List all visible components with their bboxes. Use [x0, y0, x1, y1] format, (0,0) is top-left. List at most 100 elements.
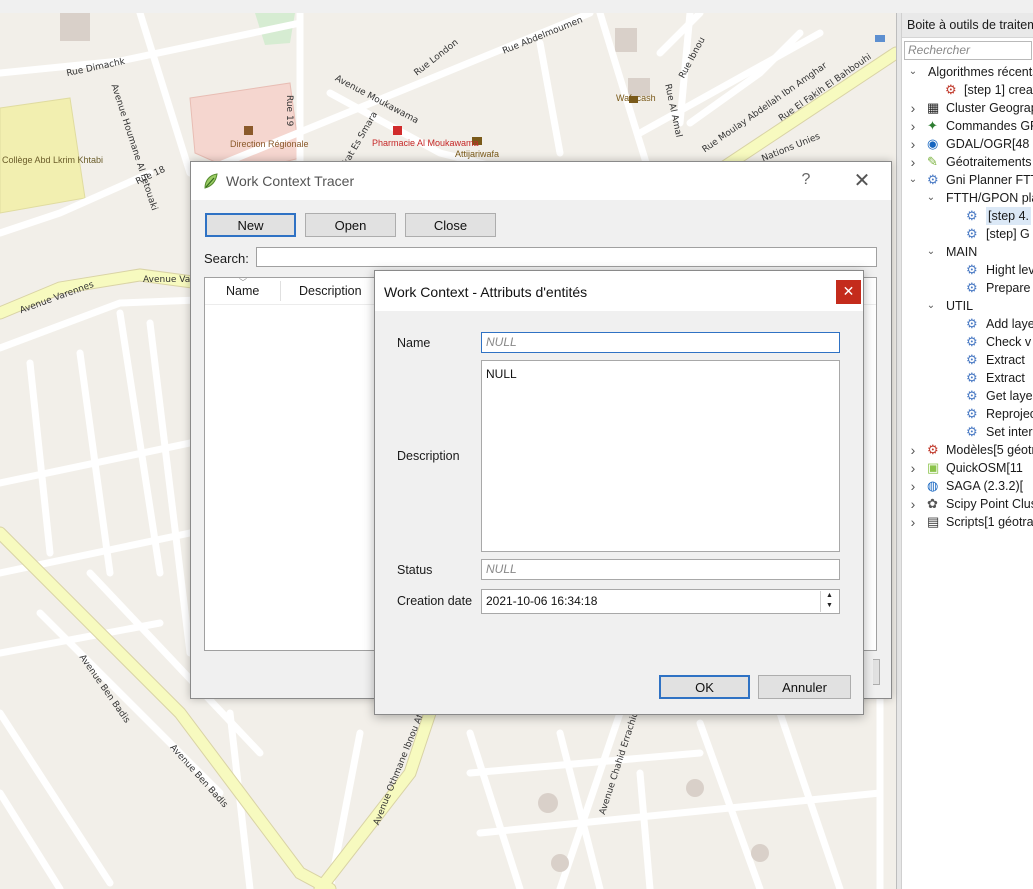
toolbox-tree-item[interactable]: ⚙ Extract [902, 369, 1033, 387]
gear-icon: ⚙ [966, 388, 978, 403]
toolbox-tree-item[interactable]: › ▤ Scripts[1 géotraitement] [902, 513, 1033, 531]
gear-icon: ⚙ [966, 334, 978, 349]
chevron-right-icon[interactable]: › [908, 117, 918, 135]
poi-college: Collège Abd Lkrim Khtabi [2, 155, 104, 165]
close-icon[interactable]: ✕ [836, 280, 861, 304]
gdal-icon: ◉ [927, 136, 939, 151]
toolbox-tree-item[interactable]: ⌄ FTTH/GPON planning [902, 189, 1033, 207]
toolbox-tree-item[interactable]: ⌄ ⚙ Gni Planner FTTH [902, 171, 1033, 189]
toolbox-tree-item-label: Prepare [986, 281, 1031, 295]
gear-icon: ⚙ [966, 226, 978, 241]
column-header-description[interactable]: Description [299, 284, 362, 298]
script-icon: ▤ [927, 514, 940, 529]
model-icon: ⚙ [945, 82, 957, 97]
search-input[interactable] [256, 247, 877, 267]
toolbox-tree-item-label: Extract [986, 371, 1025, 385]
toolbox-title: Boite à outils de traitements [902, 13, 1033, 38]
chevron-right-icon[interactable]: › [908, 441, 918, 459]
toolbox-tree-item-label: Add layer [986, 317, 1033, 331]
name-label: Name [397, 336, 431, 350]
toolbox-tree-item[interactable]: ⚙ Set inter [902, 423, 1033, 441]
creation-date-label: Creation date [397, 594, 473, 608]
chevron-down-icon[interactable]: ⌄ [926, 297, 936, 315]
gear-icon: ⚙ [966, 262, 978, 277]
toolbox-tree-item[interactable]: ⚙ Prepare [902, 279, 1033, 297]
toolbox-tree-item[interactable]: › ⚙ Modèles[5 géotraitements] [902, 441, 1033, 459]
top-toolbar-edge [0, 0, 1033, 14]
chevron-right-icon[interactable]: › [908, 459, 918, 477]
street-label: Avenue Var [143, 275, 194, 285]
qgis-icon: ✎ [927, 154, 938, 169]
toolbox-tree-item-label: Modèles[5 géotraitements] [946, 443, 1033, 457]
tracer-titlebar[interactable]: Work Context Tracer ? ✕ [191, 162, 891, 200]
partially-hidden-button[interactable] [873, 659, 880, 685]
spin-down-icon[interactable]: ▼ [821, 601, 838, 611]
toolbox-tree-item[interactable]: ⚙ [step 4. [902, 207, 1033, 225]
poi-attijariwafa: Attijariwafa [455, 149, 500, 159]
toolbox-tree-item-label: [step] G [986, 227, 1030, 241]
toolbox-tree-item-label: Cluster Geographic [946, 101, 1033, 115]
chevron-right-icon[interactable]: › [908, 495, 918, 513]
chevron-right-icon[interactable]: › [908, 99, 918, 117]
column-header-name[interactable]: Name [226, 284, 259, 298]
scipy-icon: ✿ [927, 496, 938, 511]
toolbox-tree-item-label: Algorithmes récents [928, 65, 1033, 79]
toolbox-tree-item-label: Check v [986, 335, 1032, 349]
toolbox-tree-item[interactable]: ⚙ [step] G [902, 225, 1033, 243]
status-field[interactable]: NULL [481, 559, 840, 580]
toolbox-tree-item-label: Hight level [986, 263, 1033, 277]
chevron-down-icon[interactable]: ⌄ [926, 243, 936, 261]
toolbox-tree-item[interactable]: › ◍ SAGA (2.3.2)[ [902, 477, 1033, 495]
toolbox-tree-item[interactable]: ⌄ UTIL [902, 297, 1033, 315]
gear-icon: ⚙ [927, 172, 939, 187]
toolbox-tree-item[interactable]: › ▦ Cluster Geographic [902, 99, 1033, 117]
toolbox-tree-item[interactable]: ⚙ Extract [902, 351, 1033, 369]
toolbox-search-input[interactable]: Rechercher [904, 41, 1032, 60]
toolbox-tree-item[interactable]: › ▣ QuickOSM[11 [902, 459, 1033, 477]
toolbox-tree-item[interactable]: › ✿ Scipy Point Clustering [902, 495, 1033, 513]
toolbox-tree-item[interactable]: › ✦ Commandes GRASS [902, 117, 1033, 135]
chevron-down-icon[interactable]: ⌄ [908, 63, 918, 81]
attrs-titlebar[interactable]: Work Context - Attributs d'entités ✕ [375, 271, 863, 311]
search-label: Search: [204, 251, 249, 266]
feature-attributes-dialog: Work Context - Attributs d'entités ✕ Nam… [374, 270, 864, 715]
toolbox-tree-item[interactable]: › ◉ GDAL/OGR[48 géotraitements] [902, 135, 1033, 153]
toolbox-tree-item[interactable]: ⚙ Check v [902, 333, 1033, 351]
toolbox-tree-item-label: Scripts[1 géotraitement] [946, 515, 1033, 529]
creation-date-field[interactable]: 2021-10-06 16:34:18 ▲ ▼ [481, 589, 840, 614]
saga-icon: ◍ [927, 478, 939, 493]
toolbox-tree-item[interactable]: ⚙ Hight level [902, 261, 1033, 279]
help-icon[interactable]: ? [797, 171, 815, 189]
creation-date-value: 2021-10-06 16:34:18 [486, 594, 598, 608]
name-field[interactable]: NULL [481, 332, 840, 353]
ok-button[interactable]: OK [659, 675, 750, 699]
toolbox-tree-item[interactable]: ⚙ Reproject [902, 405, 1033, 423]
toolbox-tree-item[interactable]: › ✎ Géotraitements QGIS [902, 153, 1033, 171]
chevron-down-icon[interactable]: ⌄ [908, 171, 918, 189]
chevron-down-icon[interactable]: ⌄ [926, 189, 936, 207]
close-button[interactable]: Close [405, 213, 496, 237]
gear-icon: ⚙ [966, 316, 978, 331]
new-button[interactable]: New [205, 213, 296, 237]
spin-up-icon[interactable]: ▲ [821, 591, 838, 601]
toolbox-tree-item[interactable]: ⚙ Add layer [902, 315, 1033, 333]
toolbox-tree-item-label: [step 1] create work context [964, 83, 1033, 97]
description-field[interactable]: NULL [481, 360, 840, 552]
chevron-right-icon[interactable]: › [908, 513, 918, 531]
model-icon: ⚙ [927, 442, 939, 457]
open-button[interactable]: Open [305, 213, 396, 237]
processing-toolbox-panel: Boite à outils de traitements Rechercher… [901, 13, 1033, 889]
date-spinner[interactable]: ▲ ▼ [820, 591, 838, 612]
column-divider[interactable] [280, 281, 281, 301]
toolbox-tree-item-label: MAIN [946, 245, 978, 259]
toolbox-tree-item[interactable]: ⚙ Get layer [902, 387, 1033, 405]
toolbox-tree-item[interactable]: ⚙ [step 1] create work context [902, 81, 1033, 99]
close-icon[interactable]: ✕ [851, 168, 873, 193]
toolbox-tree-item-label: Reproject [986, 407, 1033, 421]
chevron-right-icon[interactable]: › [908, 477, 918, 495]
cancel-button[interactable]: Annuler [758, 675, 851, 699]
toolbox-tree-item[interactable]: ⌄ MAIN [902, 243, 1033, 261]
chevron-right-icon[interactable]: › [908, 153, 918, 171]
chevron-right-icon[interactable]: › [908, 135, 918, 153]
toolbox-tree-item[interactable]: ⌄ Algorithmes récents [902, 63, 1033, 81]
